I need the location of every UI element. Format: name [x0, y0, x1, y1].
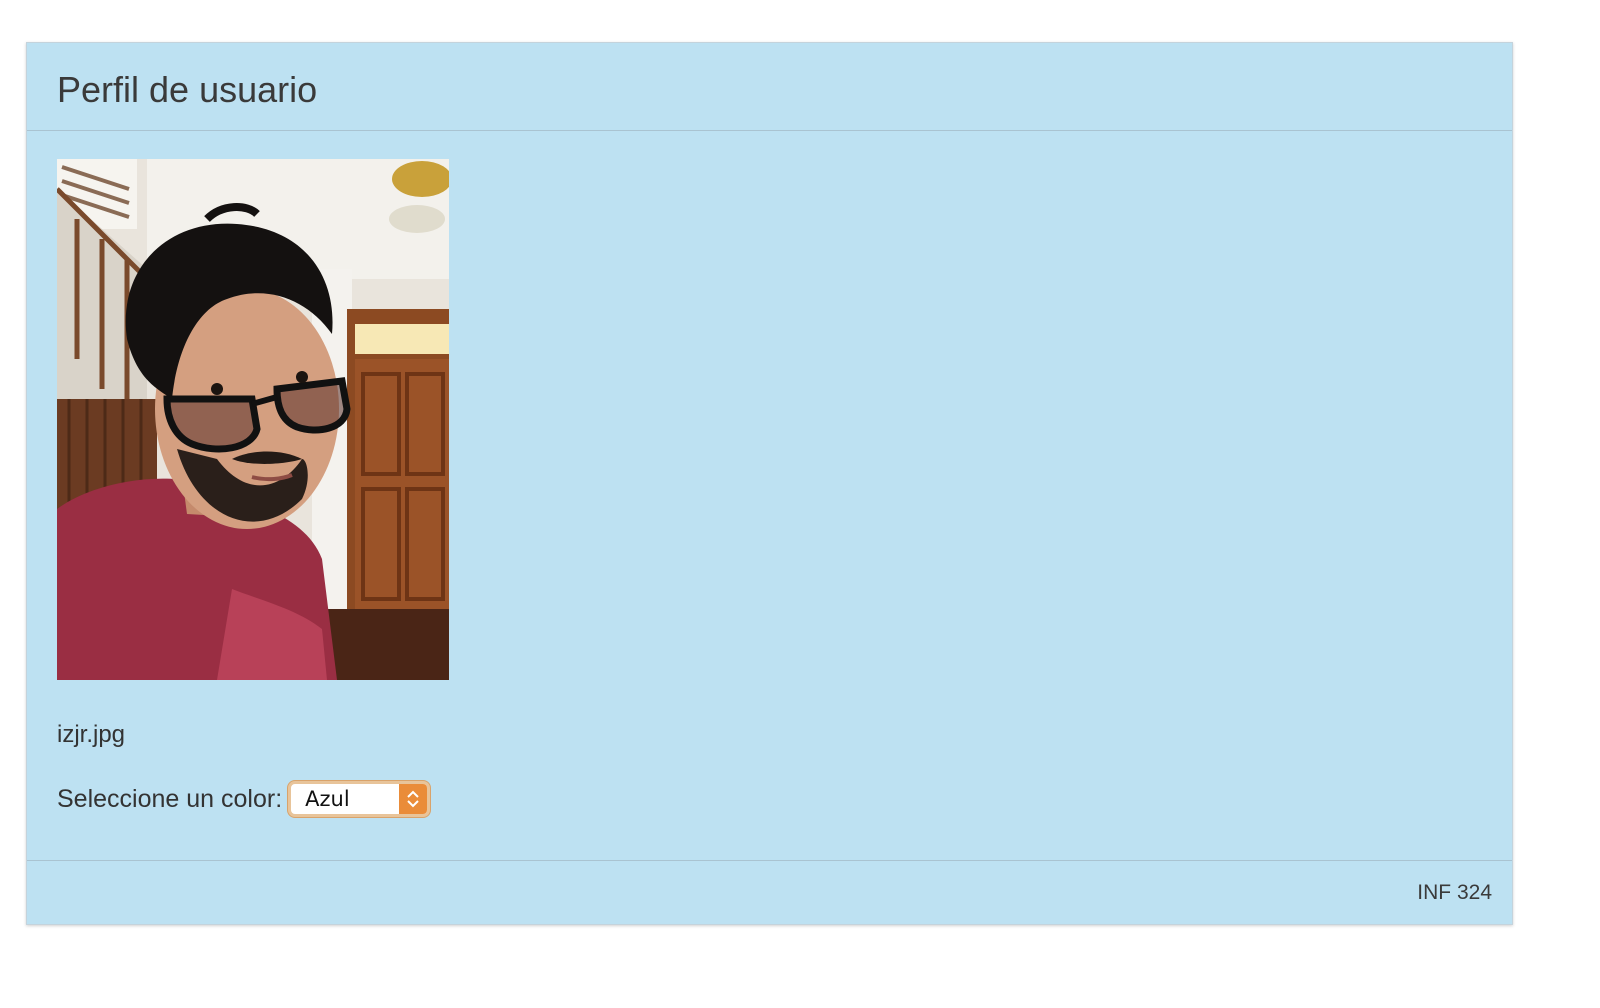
- photo-filename: izjr.jpg: [57, 721, 126, 748]
- panel-body: izjr.jpg Seleccione un color: Azul: [27, 131, 1512, 861]
- chevron-up-down-icon[interactable]: [399, 784, 428, 814]
- color-select-row: Seleccione un color: Azul: [57, 781, 431, 817]
- color-select[interactable]: Azul: [288, 781, 431, 817]
- profile-photo: [57, 159, 449, 680]
- color-select-label: Seleccione un color:: [57, 784, 283, 813]
- footer-text: INF 324: [1417, 881, 1492, 904]
- page-title: Perfil de usuario: [57, 69, 318, 110]
- profile-panel: Perfil de usuario izjr.jpg Seleccione un…: [26, 42, 1513, 925]
- panel-footer: INF 324: [27, 860, 1512, 924]
- panel-heading: Perfil de usuario: [27, 43, 1512, 131]
- color-select-value: Azul: [305, 787, 350, 811]
